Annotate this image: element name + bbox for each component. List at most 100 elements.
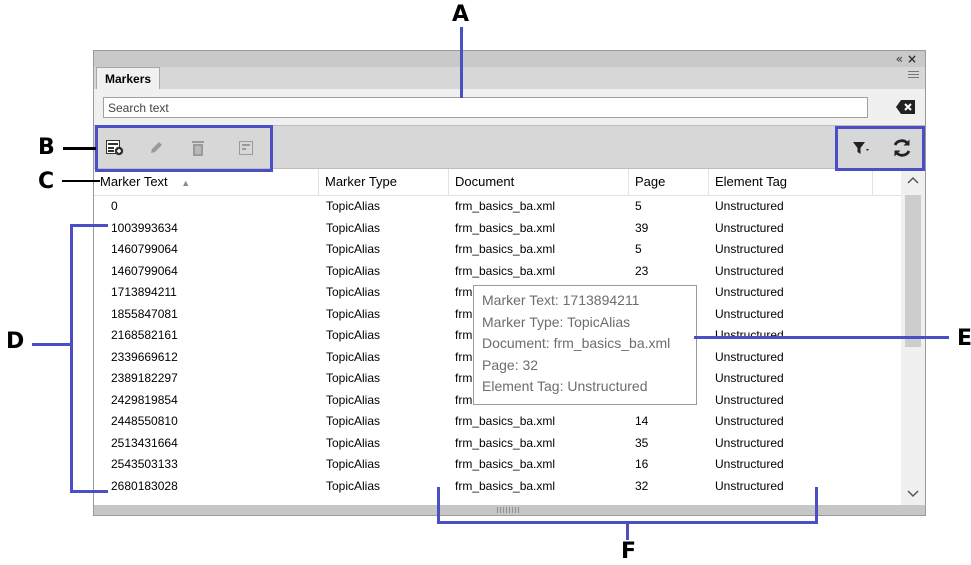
col-header-document[interactable]: Document xyxy=(449,169,629,195)
cell-marker-type: TopicAlias xyxy=(326,328,381,342)
callout-b-leader xyxy=(63,147,96,150)
cell-marker-type: TopicAlias xyxy=(326,349,381,364)
tooltip-element-tag: Element Tag: Unstructured xyxy=(482,378,648,394)
tooltip-marker-text: Marker Text: 1713894211 xyxy=(482,292,640,308)
callout-f-leader xyxy=(626,522,629,540)
callout-label-a: A xyxy=(452,2,470,27)
table-row[interactable]: 1003993634 TopicAlias frm_basics_ba.xml 39 U… xyxy=(94,217,901,239)
cell-document: frm_basics_ba.xml xyxy=(455,199,556,213)
cell-document: frm_basics_ba.xml xyxy=(455,457,556,471)
cell-marker-type: TopicAlias xyxy=(326,414,381,428)
tooltip-document: Document: frm_basics_ba.xml xyxy=(482,335,671,351)
clear-search-icon[interactable] xyxy=(895,98,917,116)
cell-document: frm xyxy=(455,285,473,299)
scroll-down-icon[interactable] xyxy=(901,483,925,503)
cell-marker-text: 2448550810 xyxy=(111,414,178,428)
table-row[interactable]: 2448550810 TopicAlias frm_basics_ba.xml 14 U… xyxy=(94,410,901,432)
cell-element-tag: Unstructured xyxy=(715,371,784,385)
cell-marker-type: TopicAlias xyxy=(326,285,381,299)
callout-d-leader xyxy=(32,343,72,346)
cell-marker-text: 2389182297 xyxy=(111,371,178,385)
panel-menu-icon[interactable] xyxy=(908,71,919,80)
cell-element-tag: Unstructured xyxy=(715,392,784,407)
cell-document: frm xyxy=(455,392,473,407)
cell-marker-text: 1855847081 xyxy=(111,306,178,321)
cell-page: 32 xyxy=(635,478,649,493)
cell-marker-text: 2429819854 xyxy=(111,392,178,407)
collapse-icon[interactable]: « xyxy=(896,51,903,67)
col-header-page[interactable]: Page xyxy=(629,169,709,195)
cell-element-tag: Unstructured xyxy=(715,349,784,364)
cell-marker-type: TopicAlias xyxy=(326,306,381,321)
cell-marker-text: 2543503133 xyxy=(111,457,178,471)
cell-page: 5 xyxy=(635,199,642,213)
cell-document: frm xyxy=(455,306,473,321)
markers-panel: « × Markers Marker Text xyxy=(93,50,926,516)
cell-page: 39 xyxy=(635,220,649,235)
table-row[interactable]: 1460799064 TopicAlias frm_basics_ba.xml 5 Un… xyxy=(94,238,901,260)
cell-element-tag: Unstructured xyxy=(715,263,784,278)
cell-marker-type: TopicAlias xyxy=(326,435,381,450)
callout-b-highlight xyxy=(95,125,273,172)
callout-e-leader xyxy=(694,336,949,339)
callout-label-c: C xyxy=(38,169,55,194)
grip-handle-icon[interactable] xyxy=(497,507,521,513)
cell-document: frm_basics_ba.xml xyxy=(455,263,556,278)
tooltip-marker-type: Marker Type: TopicAlias xyxy=(482,313,631,330)
table-row[interactable]: 2513431664 TopicAlias frm_basics_ba.xml 35 U… xyxy=(94,432,901,454)
cell-marker-type: TopicAlias xyxy=(326,392,381,407)
cell-element-tag: Unstructured xyxy=(715,328,784,342)
search-row xyxy=(94,89,925,125)
cell-marker-type: TopicAlias xyxy=(326,242,381,256)
callout-b-highlight-right xyxy=(835,126,925,171)
cell-marker-text: 1003993634 xyxy=(111,220,178,235)
cell-document: frm_basics_ba.xml xyxy=(455,242,556,256)
callout-a-leader xyxy=(460,27,463,98)
panel-title-bar[interactable]: « × xyxy=(94,51,925,67)
sort-ascending-icon: ▲ xyxy=(181,178,191,188)
cell-marker-type: TopicAlias xyxy=(326,199,381,213)
resize-grip[interactable] xyxy=(94,505,925,515)
callout-label-d: D xyxy=(6,329,25,354)
cell-document: frm_basics_ba.xml xyxy=(455,220,556,235)
callout-d-bracket-bottom xyxy=(70,490,108,493)
search-input[interactable] xyxy=(103,97,868,118)
table-row[interactable]: 0 TopicAlias frm_basics_ba.xml 5 Unstructure… xyxy=(94,195,901,217)
table-row[interactable]: 2543503133 TopicAlias frm_basics_ba.xml 16 U… xyxy=(94,453,901,475)
cell-marker-type: TopicAlias xyxy=(326,478,381,493)
callout-d-bracket-vertical xyxy=(70,224,73,493)
cell-page: 23 xyxy=(635,263,649,278)
callout-f-bracket-left xyxy=(437,487,440,524)
scroll-up-icon[interactable] xyxy=(901,171,925,191)
table-row[interactable]: 1460799064 TopicAlias frm_basics_ba.xml 23 U… xyxy=(94,260,901,282)
callout-label-b: B xyxy=(38,135,55,160)
table-header: Marker Text ▲ Marker Type Document Page … xyxy=(94,169,901,196)
col-header-marker-text-label: Marker Text xyxy=(100,174,168,189)
cell-page: 14 xyxy=(635,414,649,428)
col-header-marker-type[interactable]: Marker Type xyxy=(319,169,449,195)
cell-page: 16 xyxy=(635,457,649,471)
cell-page: 35 xyxy=(635,435,649,450)
cell-marker-text: 2513431664 xyxy=(111,435,178,450)
cell-element-tag: Unstructured xyxy=(715,285,784,299)
close-icon[interactable]: × xyxy=(907,51,917,67)
cell-element-tag: Unstructured xyxy=(715,457,784,471)
tab-markers[interactable]: Markers xyxy=(96,67,161,89)
cell-document: frm xyxy=(455,349,473,364)
callout-c-leader xyxy=(62,180,100,182)
cell-element-tag: Unstructured xyxy=(715,414,784,428)
callout-label-f: F xyxy=(621,539,637,564)
cell-marker-text: 1460799064 xyxy=(111,263,178,278)
cell-marker-type: TopicAlias xyxy=(326,457,381,471)
scroll-thumb[interactable] xyxy=(905,195,921,347)
col-header-element-tag[interactable]: Element Tag xyxy=(709,169,873,195)
cell-marker-text: 2168582161 xyxy=(111,328,178,342)
cell-marker-text: 2339669612 xyxy=(111,349,178,364)
cell-document: frm_basics_ba.xml xyxy=(455,414,556,428)
cell-element-tag: Unstructured xyxy=(715,435,784,450)
cell-element-tag: Unstructured xyxy=(715,199,784,213)
col-header-marker-text[interactable]: Marker Text ▲ xyxy=(94,169,319,195)
table-row[interactable]: 2680183028 TopicAlias frm_basics_ba.xml 32 U… xyxy=(94,475,901,497)
cell-marker-text: 2680183028 xyxy=(111,478,178,493)
marker-tooltip: Marker Text: 1713894211 Marker Type: Top… xyxy=(473,285,697,405)
